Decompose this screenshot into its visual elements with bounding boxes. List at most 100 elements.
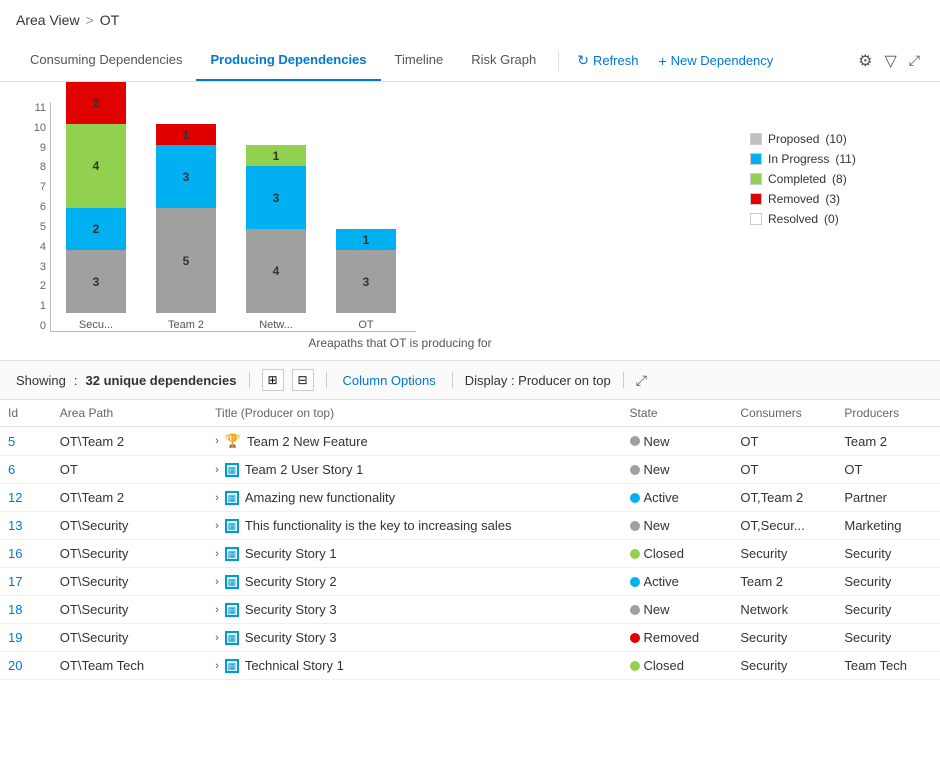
table-header-row: Id Area Path Title (Producer on top) Sta… [0,400,940,427]
cell-state: Removed [622,624,733,652]
legend-removed: Removed (3) [750,192,910,206]
cell-producers: Team 2 [836,427,940,456]
state-dot [630,605,640,615]
title-text[interactable]: This functionality is the key to increas… [245,518,512,533]
bar-team2[interactable]: 1 3 5 Team 2 [156,82,216,331]
cell-consumers: Team 2 [732,568,836,596]
state-dot [630,493,640,503]
cell-consumers: OT [732,456,836,484]
y-label-11: 11 [20,102,46,114]
new-dependency-button[interactable]: + New Dependency [648,45,783,77]
cell-title: › ▦ Security Story 2 [207,568,621,596]
settings-icon[interactable]: ⚙ [858,51,872,71]
id-link[interactable]: 12 [8,490,22,505]
legend-completed-count: (8) [832,172,847,186]
title-text[interactable]: Team 2 User Story 1 [245,462,364,477]
story-icon: ▦ [225,575,239,589]
row-expand-chevron[interactable]: › [215,576,219,588]
bar-netw-proposed: 4 [246,229,306,313]
id-link[interactable]: 13 [8,518,22,533]
cell-state: Closed [622,652,733,680]
cell-consumers: OT,Secur... [732,512,836,540]
row-expand-chevron[interactable]: › [215,548,219,560]
id-link[interactable]: 20 [8,658,22,673]
state-dot [630,577,640,587]
collapse-all-button[interactable]: ⊟ [292,369,314,391]
y-label-8: 8 [20,161,46,173]
row-expand-chevron[interactable]: › [215,632,219,644]
table-row: 16 OT\Security › ▦ Security Story 1 Clos… [0,540,940,568]
breadcrumb-area[interactable]: Area View [16,12,80,28]
y-label-2: 2 [20,280,46,292]
bar-netw[interactable]: 1 3 4 Netw... [246,82,306,331]
title-text[interactable]: Security Story 1 [245,546,337,561]
state-dot [630,549,640,559]
id-link[interactable]: 19 [8,630,22,645]
id-link[interactable]: 16 [8,546,22,561]
tab-consuming[interactable]: Consuming Dependencies [16,40,196,81]
tab-timeline[interactable]: Timeline [381,40,458,81]
title-text[interactable]: Security Story 3 [245,602,337,617]
table-row: 5 OT\Team 2 › 🏆 Team 2 New Feature New O… [0,427,940,456]
col-header-consumers: Consumers [732,400,836,427]
story-icon: ▦ [225,659,239,673]
cell-title: › ▦ This functionality is the key to inc… [207,512,621,540]
cell-area: OT\Security [52,596,207,624]
row-expand-chevron[interactable]: › [215,604,219,616]
row-expand-chevron[interactable]: › [215,660,219,672]
column-options-button[interactable]: Column Options [339,371,440,390]
plus-icon: + [658,53,666,69]
cell-id: 17 [0,568,52,596]
legend-resolved-color [750,213,762,225]
id-link[interactable]: 18 [8,602,22,617]
y-label-5: 5 [20,221,46,233]
row-expand-chevron[interactable]: › [215,464,219,476]
cell-id: 19 [0,624,52,652]
showing-label: Showing [16,373,66,388]
id-link[interactable]: 17 [8,574,22,589]
trophy-icon: 🏆 [225,433,241,449]
expand-icon[interactable]: ⤢ [909,52,920,69]
fullscreen-icon[interactable]: ⤢ [636,372,647,389]
breadcrumb-current: OT [100,12,119,28]
bar-ot-label: OT [358,319,373,331]
bar-team2-proposed: 5 [156,208,216,313]
table-row: 12 OT\Team 2 › ▦ Amazing new functionali… [0,484,940,512]
refresh-button[interactable]: ↻ Refresh [567,44,648,77]
state-text: New [644,462,670,477]
title-text[interactable]: Security Story 3 [245,630,337,645]
table-row: 6 OT › ▦ Team 2 User Story 1 New OT OT [0,456,940,484]
bar-secu-completed: 4 [66,124,126,208]
row-expand-chevron[interactable]: › [215,492,219,504]
title-text[interactable]: Security Story 2 [245,574,337,589]
bar-secu[interactable]: 2 4 2 3 Secu... [66,82,126,331]
id-link[interactable]: 5 [8,434,15,449]
tab-riskgraph[interactable]: Risk Graph [457,40,550,81]
y-label-7: 7 [20,181,46,193]
title-text[interactable]: Team 2 New Feature [247,434,368,449]
cell-area: OT\Security [52,568,207,596]
cell-id: 13 [0,512,52,540]
state-dot [630,436,640,446]
col-header-title: Title (Producer on top) [207,400,621,427]
cell-title: › ▦ Security Story 3 [207,596,621,624]
filter-icon[interactable]: ▽ [884,51,896,71]
cell-id: 5 [0,427,52,456]
table-row: 20 OT\Team Tech › ▦ Technical Story 1 Cl… [0,652,940,680]
chart-x-label: Areapaths that OT is producing for [50,336,750,350]
tab-producing[interactable]: Producing Dependencies [196,40,380,81]
divider-1 [249,372,250,388]
bar-ot[interactable]: 1 3 OT [336,82,396,331]
state-dot [630,465,640,475]
state-dot [630,661,640,671]
cell-state: New [622,512,733,540]
title-text[interactable]: Amazing new functionality [245,490,395,505]
cell-consumers: OT,Team 2 [732,484,836,512]
row-expand-chevron[interactable]: › [215,520,219,532]
row-expand-chevron[interactable]: › [215,435,219,447]
y-label-0: 0 [20,320,46,332]
tab-bar: Consuming Dependencies Producing Depende… [0,40,940,82]
title-text[interactable]: Technical Story 1 [245,658,344,673]
id-link[interactable]: 6 [8,462,15,477]
expand-all-button[interactable]: ⊞ [262,369,284,391]
